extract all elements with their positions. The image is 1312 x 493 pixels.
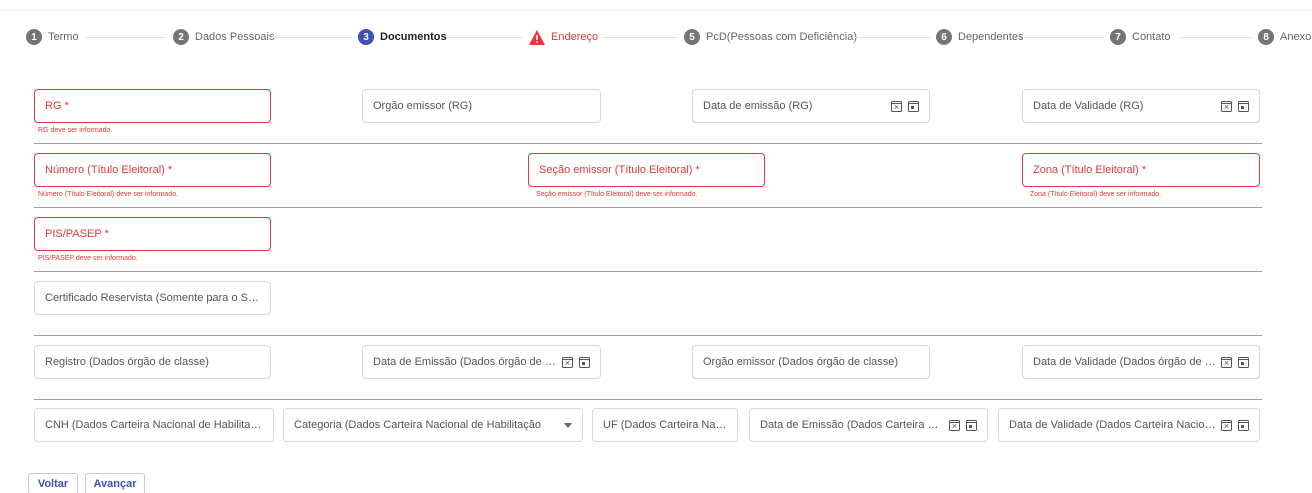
data-emissao-classe-field[interactable]: Data de Emissão (Dados órgão de classe)	[362, 345, 601, 379]
field-label: Categoria (Dados Carteira Nacional de Ha…	[294, 419, 542, 431]
section-divider	[34, 399, 1262, 400]
field-label: Data de emissão (RG)	[703, 100, 813, 112]
section-divider	[34, 271, 1262, 272]
warning-icon	[529, 29, 545, 45]
step-termo[interactable]: 1 Termo	[26, 26, 79, 48]
field-label: Data de Emissão (Dados Carteira Nacional	[760, 419, 945, 431]
field-label: Número (Título Eleitoral) *	[45, 164, 173, 176]
step-connector	[446, 37, 522, 38]
data-validade-classe-field[interactable]: Data de Validade (Dados órgão de classe)	[1022, 345, 1260, 379]
field-label: Data de Validade (Dados órgão de classe)	[1033, 356, 1217, 368]
titulo-secao-error: Seção emissor (Título Eleitoral) deve se…	[536, 191, 698, 198]
step-label: Documentos	[380, 31, 447, 43]
step-label: Dados Pessoais	[195, 31, 275, 43]
step-connector	[272, 37, 352, 38]
orgao-emissor-classe-field[interactable]: Orgão emissor (Dados órgão de classe)	[692, 345, 930, 379]
calendar-clear-icon[interactable]	[1221, 356, 1232, 369]
section-divider	[34, 335, 1262, 336]
step-label: Endereço	[551, 31, 599, 43]
step-dados-pessoais[interactable]: 2 Dados Pessoais	[173, 26, 275, 48]
step-label: Anexos	[1280, 31, 1312, 43]
orgao-emissor-rg-field[interactable]: Orgão emissor (RG)	[362, 89, 601, 123]
step-documentos[interactable]: 3 Documentos	[358, 26, 447, 48]
step-number: 3	[358, 29, 374, 45]
back-button[interactable]: Voltar	[28, 473, 78, 493]
calendar-icon[interactable]	[579, 356, 590, 368]
cnh-field[interactable]: CNH (Dados Carteira Nacional de Habilita…	[34, 408, 274, 442]
field-label: Orgão emissor (Dados órgão de classe)	[703, 356, 899, 368]
field-label: UF (Dados Carteira Nacion...	[603, 419, 727, 431]
field-label: Orgão emissor (RG)	[373, 100, 473, 112]
rg-field[interactable]: RG *	[34, 89, 271, 123]
section-divider	[34, 143, 1262, 144]
pis-pasep-error: PIS/PASEP deve ser informado.	[38, 255, 138, 262]
step-dependentes[interactable]: 6 Dependentes	[936, 26, 1023, 48]
calendar-clear-icon[interactable]	[1221, 419, 1232, 432]
step-number: 2	[173, 29, 189, 45]
step-number: 8	[1258, 29, 1274, 45]
step-connector	[854, 37, 930, 38]
calendar-icon[interactable]	[966, 419, 977, 431]
section-divider	[34, 207, 1262, 208]
field-label: Data de Validade (RG)	[1033, 100, 1144, 112]
step-pcd[interactable]: 5 PcD(Pessoas com Deficiência)	[684, 26, 857, 48]
titulo-zona-error: Zona (Título Eleitoral) deve ser informa…	[1030, 191, 1162, 198]
field-label: Data de Validade (Dados Carteira Naciona…	[1009, 419, 1217, 431]
step-label: Contato	[1132, 31, 1171, 43]
data-validade-rg-field[interactable]: Data de Validade (RG)	[1022, 89, 1260, 123]
pis-pasep-field[interactable]: PIS/PASEP *	[34, 217, 271, 251]
certificado-reservista-field[interactable]: Certificado Reservista (Somente para o S…	[34, 281, 271, 315]
field-label: Registro (Dados órgão de classe)	[45, 356, 209, 368]
data-validade-cnh-field[interactable]: Data de Validade (Dados Carteira Naciona…	[998, 408, 1260, 442]
step-connector	[1024, 37, 1104, 38]
step-label: PcD(Pessoas com Deficiência)	[706, 31, 857, 43]
step-connector	[602, 37, 678, 38]
calendar-icon[interactable]	[1238, 419, 1249, 431]
titulo-secao-field[interactable]: Seção emissor (Título Eleitoral) *	[528, 153, 765, 187]
step-contato[interactable]: 7 Contato	[1110, 26, 1171, 48]
step-anexos[interactable]: 8 Anexos	[1258, 26, 1312, 48]
titulo-numero-error: Número (Título Eleitoral) deve ser infor…	[38, 191, 179, 198]
step-endereco[interactable]: Endereço	[529, 26, 598, 48]
field-label: Seção emissor (Título Eleitoral) *	[539, 164, 700, 176]
calendar-clear-icon[interactable]	[891, 100, 902, 113]
calendar-clear-icon[interactable]	[949, 419, 960, 432]
categoria-cnh-select[interactable]: Categoria (Dados Carteira Nacional de Ha…	[283, 408, 583, 442]
step-label: Dependentes	[958, 31, 1024, 43]
field-label: Data de Emissão (Dados órgão de classe)	[373, 356, 558, 368]
field-label: RG *	[45, 100, 69, 112]
step-connector	[86, 37, 166, 38]
calendar-icon[interactable]	[908, 100, 919, 112]
rg-error: RG deve ser informado.	[38, 127, 113, 134]
data-emissao-cnh-field[interactable]: Data de Emissão (Dados Carteira Nacional	[749, 408, 988, 442]
step-number: 5	[684, 29, 700, 45]
calendar-icon[interactable]	[1238, 100, 1249, 112]
calendar-clear-icon[interactable]	[1221, 100, 1232, 113]
data-emissao-rg-field[interactable]: Data de emissão (RG)	[692, 89, 930, 123]
calendar-icon[interactable]	[1238, 356, 1249, 368]
field-label: PIS/PASEP *	[45, 228, 109, 240]
field-label: Zona (Título Eleitoral) *	[1033, 164, 1147, 176]
calendar-clear-icon[interactable]	[562, 356, 573, 369]
registro-classe-field[interactable]: Registro (Dados órgão de classe)	[34, 345, 271, 379]
step-connector	[1180, 37, 1252, 38]
next-button[interactable]: Avançar	[85, 473, 145, 493]
step-number: 7	[1110, 29, 1126, 45]
step-number: 6	[936, 29, 952, 45]
uf-cnh-field[interactable]: UF (Dados Carteira Nacion...	[592, 408, 738, 442]
top-divider	[0, 10, 1312, 11]
field-label: CNH (Dados Carteira Nacional de Habilita…	[45, 419, 263, 431]
titulo-zona-field[interactable]: Zona (Título Eleitoral) *	[1022, 153, 1260, 187]
dropdown-arrow-icon	[564, 422, 572, 428]
step-number: 1	[26, 29, 42, 45]
field-label: Certificado Reservista (Somente para o S…	[45, 292, 260, 304]
titulo-numero-field[interactable]: Número (Título Eleitoral) *	[34, 153, 271, 187]
step-label: Termo	[48, 31, 79, 43]
